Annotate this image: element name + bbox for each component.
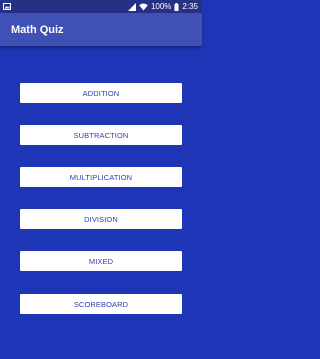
status-bar: 100% 2:35: [0, 0, 202, 13]
subtraction-button[interactable]: SUBTRACTION: [20, 125, 182, 145]
multiplication-button[interactable]: MULTIPLICATION: [20, 167, 182, 187]
battery-icon: [174, 2, 179, 11]
wifi-icon: [139, 3, 148, 10]
main-menu: ADDITION SUBTRACTION MULTIPLICATION DIVI…: [0, 46, 202, 359]
battery-percent: 100%: [150, 1, 172, 11]
status-left: [3, 3, 11, 10]
image-icon: [3, 3, 11, 10]
signal-icon: [127, 2, 136, 11]
mixed-button[interactable]: MIXED: [20, 251, 182, 271]
app-bar: Math Quiz: [0, 13, 202, 46]
division-button[interactable]: DIVISION: [20, 209, 182, 229]
scoreboard-button[interactable]: SCOREBOARD: [20, 294, 182, 314]
clock: 2:35: [182, 1, 198, 11]
addition-button[interactable]: ADDITION: [20, 83, 182, 103]
app-title: Math Quiz: [11, 23, 64, 36]
status-right: 100% 2:35: [127, 1, 198, 11]
